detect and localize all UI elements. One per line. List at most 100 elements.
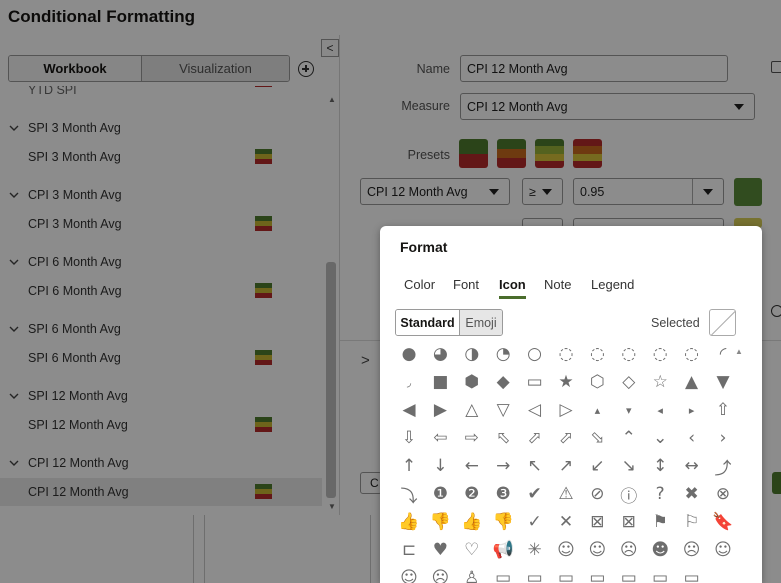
x-box-icon[interactable]: ⊠ — [583, 508, 611, 536]
battery-4-icon[interactable]: ▭ — [583, 564, 611, 583]
emoji-icons-tab[interactable]: Emoji — [460, 310, 502, 335]
circle-half-icon[interactable]: ◑ — [458, 340, 486, 368]
x-circle-outline-icon[interactable]: ⊗ — [709, 480, 737, 508]
number-3-icon[interactable]: ❸ — [489, 480, 517, 508]
ring-segment-2-icon[interactable]: ◌ — [583, 340, 611, 368]
arrow-right-outline-icon[interactable]: ⇨ — [458, 424, 486, 452]
ring-segment-4-icon[interactable]: ◌ — [646, 340, 674, 368]
heart-outline-icon[interactable]: ♡ — [458, 536, 486, 564]
bookmark-icon[interactable]: 🔖 — [709, 508, 737, 536]
arrow-updown-icon[interactable]: ↕ — [646, 452, 674, 480]
battery-1-icon[interactable]: ▭ — [489, 564, 517, 583]
star-outline-icon[interactable]: ☆ — [646, 368, 674, 396]
trend-down-icon[interactable]: ⤵ — [395, 480, 423, 508]
ring-segment-6-icon[interactable]: ◜ — [709, 340, 737, 368]
arrow-up-outline-icon[interactable]: ⇧ — [709, 396, 737, 424]
circle-full-icon[interactable]: ● — [395, 340, 423, 368]
flag-outline-icon[interactable]: ⚐ — [678, 508, 706, 536]
number-1-icon[interactable]: ❶ — [426, 480, 454, 508]
face-neutral-icon[interactable]: ☺ — [583, 536, 611, 564]
small-triangle-up-icon[interactable]: ▴ — [583, 396, 611, 424]
battery-2-icon[interactable]: ▭ — [521, 564, 549, 583]
face-smile-outline-icon[interactable]: ☺ — [709, 536, 737, 564]
arrow-downright-icon[interactable]: ↘ — [615, 452, 643, 480]
arrow-up-icon[interactable]: ↑ — [395, 452, 423, 480]
small-triangle-right-icon[interactable]: ▸ — [678, 396, 706, 424]
circle-empty-icon[interactable]: ○ — [521, 340, 549, 368]
face-grin-icon[interactable]: ☻ — [646, 536, 674, 564]
ring-segment-7-icon[interactable]: ◞ — [395, 368, 423, 396]
arrow-down-outline-icon[interactable]: ⇩ — [395, 424, 423, 452]
arrow-upleft-outline-icon[interactable]: ⬁ — [489, 424, 517, 452]
question-icon[interactable]: ? — [646, 480, 674, 508]
face-sad-icon[interactable]: ☹ — [615, 536, 643, 564]
ring-segment-3-icon[interactable]: ◌ — [615, 340, 643, 368]
warning-icon[interactable]: ⚠ — [552, 480, 580, 508]
chevron-left-icon[interactable]: ‹ — [678, 424, 706, 452]
circle-three-quarter-icon[interactable]: ◕ — [426, 340, 454, 368]
face-sad-2-icon[interactable]: ☹ — [426, 564, 454, 583]
cross-icon[interactable]: ✕ — [552, 508, 580, 536]
circle-quarter-icon[interactable]: ◔ — [489, 340, 517, 368]
battery-3-icon[interactable]: ▭ — [552, 564, 580, 583]
tab-legend[interactable]: Legend — [591, 277, 634, 292]
thumbs-up-icon[interactable]: 👍 — [395, 508, 423, 536]
triangle-right-icon[interactable]: ▶ — [426, 396, 454, 424]
arrow-downright-outline-icon[interactable]: ⬂ — [583, 424, 611, 452]
arrow-down-icon[interactable]: ↓ — [426, 452, 454, 480]
tab-font[interactable]: Font — [453, 277, 479, 292]
selected-icon-none[interactable] — [709, 309, 736, 336]
bookmark-outline-icon[interactable]: ⊏ — [395, 536, 423, 564]
x-box-outline-icon[interactable]: ⊠ — [615, 508, 643, 536]
standard-icons-tab[interactable]: Standard — [396, 310, 460, 335]
triangle-up-icon[interactable]: ▲ — [678, 368, 706, 396]
no-entry-icon[interactable]: ⊘ — [583, 480, 611, 508]
ring-segment-1-icon[interactable]: ◌ — [552, 340, 580, 368]
face-smile-icon[interactable]: ☺ — [552, 536, 580, 564]
person-icon[interactable]: ♙ — [458, 564, 486, 583]
triangle-down-outline-icon[interactable]: ▽ — [489, 396, 517, 424]
arrow-left-outline-icon[interactable]: ⇦ — [426, 424, 454, 452]
square-icon[interactable]: ■ — [426, 368, 454, 396]
arrow-leftright-icon[interactable]: ↔ — [678, 452, 706, 480]
x-circle-icon[interactable]: ✖ — [678, 480, 706, 508]
hexagon-icon[interactable]: ⬢ — [458, 368, 486, 396]
arrow-upleft-icon[interactable]: ↖ — [521, 452, 549, 480]
info-icon[interactable]: ⓘ — [615, 480, 643, 508]
asterisk-icon[interactable]: ✳ — [521, 536, 549, 564]
triangle-up-outline-icon[interactable]: △ — [458, 396, 486, 424]
chevron-down-icon[interactable]: ⌄ — [646, 424, 674, 452]
ring-segment-5-icon[interactable]: ◌ — [678, 340, 706, 368]
check-icon[interactable]: ✓ — [521, 508, 549, 536]
arrow-upright-icon[interactable]: ↗ — [552, 452, 580, 480]
battery-5-icon[interactable]: ▭ — [615, 564, 643, 583]
small-triangle-down-icon[interactable]: ▾ — [615, 396, 643, 424]
triangle-right-outline-icon[interactable]: ▷ — [552, 396, 580, 424]
thumbs-down-icon[interactable]: 👎 — [426, 508, 454, 536]
tab-icon[interactable]: Icon — [499, 277, 526, 299]
megaphone-icon[interactable]: 📢 — [489, 536, 517, 564]
face-frown-icon[interactable]: ☹ — [678, 536, 706, 564]
flag-icon[interactable]: ⚑ — [646, 508, 674, 536]
thumbs-down-outline-icon[interactable]: 👎 — [489, 508, 517, 536]
star-icon[interactable]: ★ — [552, 368, 580, 396]
chevron-right-icon[interactable]: › — [709, 424, 737, 452]
thumbs-up-outline-icon[interactable]: 👍 — [458, 508, 486, 536]
popup-scroll-up-arrow[interactable]: ▲ — [735, 347, 743, 356]
battery-6-icon[interactable]: ▭ — [646, 564, 674, 583]
tab-color[interactable]: Color — [404, 277, 435, 292]
trend-up-icon[interactable]: ⤴ — [709, 452, 737, 480]
small-triangle-left-icon[interactable]: ◂ — [646, 396, 674, 424]
arrow-downleft-icon[interactable]: ↙ — [583, 452, 611, 480]
heart-icon[interactable]: ♥ — [426, 536, 454, 564]
check-circle-icon[interactable]: ✔ — [521, 480, 549, 508]
arrow-upright-outline-icon[interactable]: ⬀ — [521, 424, 549, 452]
triangle-left-outline-icon[interactable]: ◁ — [521, 396, 549, 424]
hexagon-outline-icon[interactable]: ⬡ — [583, 368, 611, 396]
rectangle-icon[interactable]: ▭ — [521, 368, 549, 396]
number-2-icon[interactable]: ❷ — [458, 480, 486, 508]
arrow-upright-outline-2-icon[interactable]: ⬀ — [552, 424, 580, 452]
diamond-icon[interactable]: ◆ — [489, 368, 517, 396]
arrow-right-icon[interactable]: → — [489, 452, 517, 480]
diamond-outline-icon[interactable]: ◇ — [615, 368, 643, 396]
